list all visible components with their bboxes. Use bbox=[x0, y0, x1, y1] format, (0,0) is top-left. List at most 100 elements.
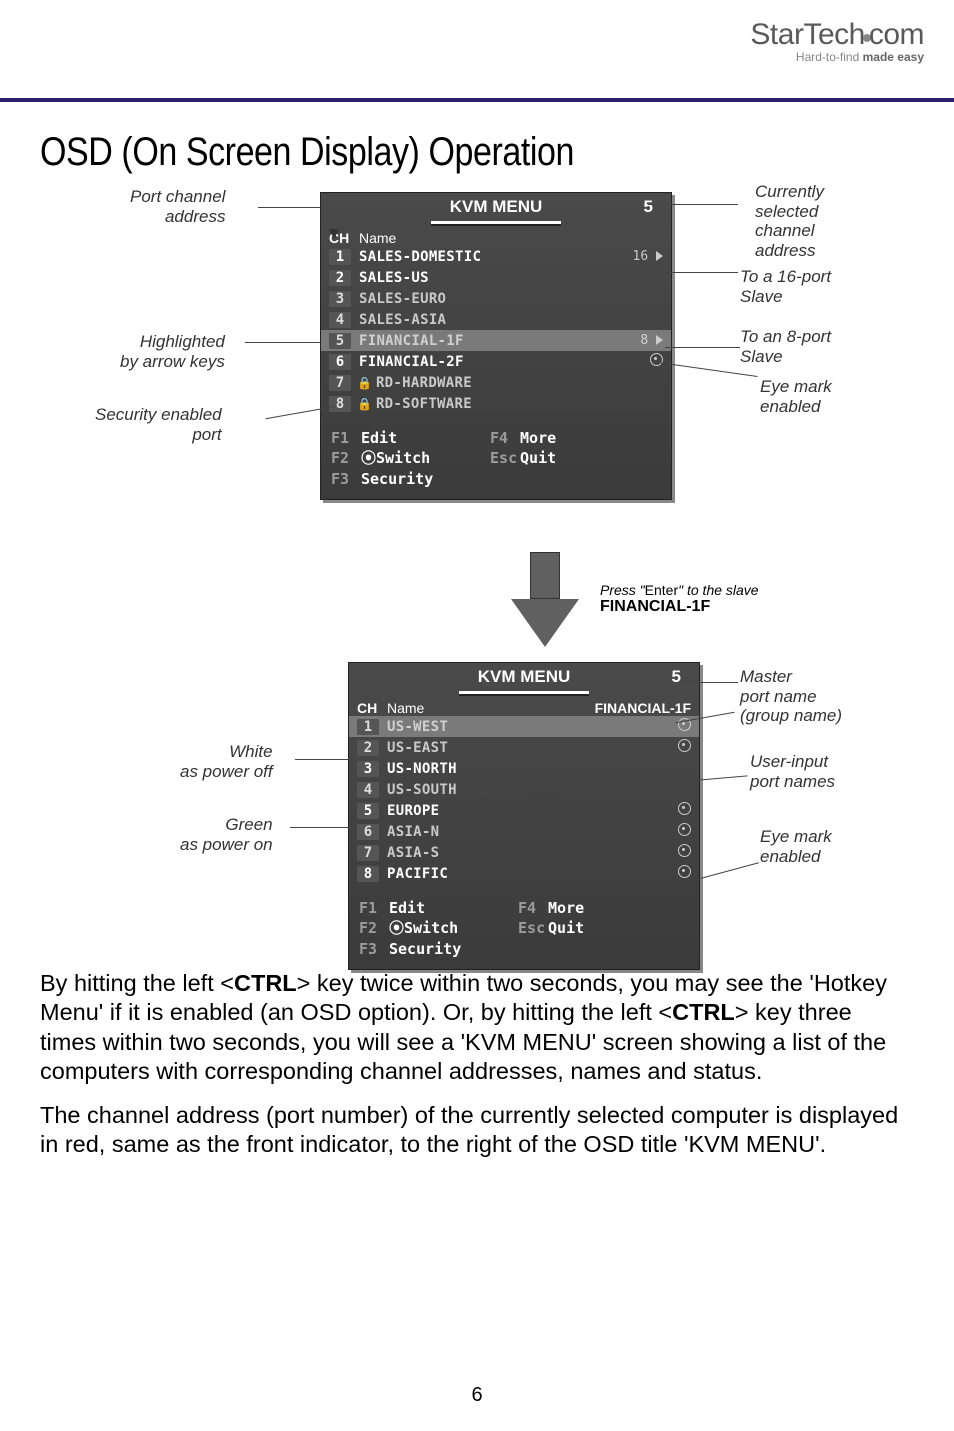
osd-row: 6 ASIA-N bbox=[349, 821, 699, 842]
page-title: OSD (On Screen Display) Operation bbox=[40, 130, 783, 175]
row-indicator: 8 bbox=[623, 333, 663, 348]
port-name: PACIFIC bbox=[387, 866, 651, 882]
port-name: SALES-US bbox=[359, 270, 623, 286]
callout-eye-mark-1: Eye mark enabled bbox=[760, 377, 832, 416]
callout-to-8port: To an 8-port Slave bbox=[740, 327, 831, 366]
triangle-icon bbox=[656, 251, 663, 261]
eye-icon bbox=[678, 739, 691, 752]
port-name: US-NORTH bbox=[387, 761, 651, 777]
paragraph-1: By hitting the left <CTRL> key twice wit… bbox=[40, 969, 914, 1087]
osd-title: KVM MENU 5 bbox=[321, 193, 671, 221]
row-indicator bbox=[623, 353, 663, 370]
port-name: SALES-EURO bbox=[359, 291, 623, 307]
port-name: ASIA-S bbox=[387, 845, 651, 861]
port-name: EUROPE bbox=[387, 803, 651, 819]
lock-icon: 🔒 bbox=[357, 376, 372, 390]
callout-highlighted: Highlighted by arrow keys bbox=[120, 332, 225, 371]
channel-number: 1 bbox=[357, 719, 379, 735]
brand-text-1: StarTech bbox=[750, 18, 864, 51]
row-indicator bbox=[651, 823, 691, 840]
channel-number: 8 bbox=[329, 396, 351, 412]
channel-number: 4 bbox=[329, 312, 351, 328]
port-name: ASIA-N bbox=[387, 824, 651, 840]
down-arrow-icon bbox=[510, 552, 580, 662]
callout-press-enter: Press "Enter" to the slave FINANCIAL-1F bbox=[600, 582, 759, 616]
osd-row: 5 FINANCIAL-1F8 bbox=[321, 330, 671, 351]
channel-number: 3 bbox=[329, 291, 351, 307]
row-indicator bbox=[651, 802, 691, 819]
eye-icon bbox=[678, 865, 691, 878]
port-name: SALES-DOMESTIC bbox=[359, 249, 623, 265]
channel-number: 4 bbox=[357, 782, 379, 798]
row-indicator bbox=[651, 865, 691, 882]
brand-logo: StarTechcom Hard-to-find made easy bbox=[750, 18, 924, 64]
page-header: StarTechcom Hard-to-find made easy bbox=[0, 0, 954, 102]
port-name: RD-HARDWARE bbox=[376, 375, 623, 391]
osd-row: 2 SALES-US bbox=[321, 267, 671, 288]
channel-number: 5 bbox=[357, 803, 379, 819]
row-indicator: 16 bbox=[623, 249, 663, 264]
callout-security: Security enabled port bbox=[95, 405, 222, 444]
osd-diagram: KVM MENU 5 CH Name 1SALES-DOMESTIC16 2SA… bbox=[40, 187, 914, 957]
osd-footer: F1Edit F4More F2⦿Switch EscQuit F3Securi… bbox=[349, 890, 699, 969]
channel-number: 7 bbox=[329, 375, 351, 391]
callout-current-selected: Currently selected channel address bbox=[755, 182, 824, 260]
channel-number: 2 bbox=[357, 740, 379, 756]
osd-row: 6 FINANCIAL-2F bbox=[321, 351, 671, 372]
osd-columns: CH Name bbox=[321, 230, 671, 246]
osd-row: 7 🔒 RD-HARDWARE bbox=[321, 372, 671, 393]
osd-group-name: FINANCIAL-1F bbox=[595, 700, 691, 716]
osd-row: 3 SALES-EURO bbox=[321, 288, 671, 309]
paragraph-2: The channel address (port number) of the… bbox=[40, 1101, 914, 1160]
osd-row: 5 EUROPE bbox=[349, 800, 699, 821]
lock-icon: 🔒 bbox=[357, 397, 372, 411]
osd-row: 1 SALES-DOMESTIC16 bbox=[321, 246, 671, 267]
osd-row: 3 US-NORTH bbox=[349, 758, 699, 779]
eye-icon bbox=[650, 353, 663, 366]
channel-number: 7 bbox=[357, 845, 379, 861]
callout-green-power-on: Green as power on bbox=[180, 815, 273, 854]
eye-icon bbox=[678, 823, 691, 836]
port-name: RD-SOFTWARE bbox=[376, 396, 623, 412]
triangle-icon bbox=[656, 335, 663, 345]
channel-number: 6 bbox=[329, 354, 351, 370]
arrow-icon bbox=[329, 229, 339, 239]
osd-footer: F1Edit F4More F2⦿Switch EscQuit F3Securi… bbox=[321, 420, 671, 499]
page-number: 6 bbox=[0, 1384, 954, 1407]
eye-icon bbox=[678, 844, 691, 857]
callout-to-16port: To a 16-port Slave bbox=[740, 267, 831, 306]
callout-white-power-off: White as power off bbox=[180, 742, 273, 781]
port-name: FINANCIAL-2F bbox=[359, 354, 623, 370]
osd-row: 8 🔒 RD-SOFTWARE bbox=[321, 393, 671, 414]
osd-window-master: KVM MENU 5 CH Name 1 SALES-DOMESTIC16 2 SA… bbox=[320, 192, 672, 500]
callout-master-portname: Master port name (group name) bbox=[740, 667, 842, 726]
channel-number: 2 bbox=[329, 270, 351, 286]
osd-row: 8 PACIFIC bbox=[349, 863, 699, 884]
osd-rows: 1US-WEST2US-EAST3US-NORTH4US-SOUTH5EUROP… bbox=[349, 716, 699, 890]
port-name: SALES-ASIA bbox=[359, 312, 623, 328]
osd-row: 2 US-EAST bbox=[349, 737, 699, 758]
channel-number: 6 bbox=[357, 824, 379, 840]
port-name: US-WEST bbox=[387, 719, 651, 735]
callout-port-channel: Port channel address bbox=[130, 187, 225, 226]
channel-number: 1 bbox=[329, 249, 351, 265]
osd-title-underline bbox=[459, 691, 589, 694]
port-name: FINANCIAL-1F bbox=[359, 333, 623, 349]
callout-user-input: User-input port names bbox=[750, 752, 835, 791]
body-text: By hitting the left <CTRL> key twice wit… bbox=[40, 969, 914, 1159]
osd-window-slave: KVM MENU 5 CH Name FINANCIAL-1F 1US-WEST… bbox=[348, 662, 700, 970]
osd-row: 7 ASIA-S bbox=[349, 842, 699, 863]
eye-icon bbox=[678, 802, 691, 815]
brand-text-2: com bbox=[869, 18, 924, 51]
osd-rows: 1 SALES-DOMESTIC16 2 SALES-US 3 SALES-EURO 4S… bbox=[321, 246, 671, 420]
channel-number: 8 bbox=[357, 866, 379, 882]
callout-eye-mark-2: Eye mark enabled bbox=[760, 827, 832, 866]
osd-columns: CH Name FINANCIAL-1F bbox=[349, 700, 699, 716]
port-name: US-EAST bbox=[387, 740, 651, 756]
row-indicator bbox=[651, 739, 691, 756]
channel-number: 5 bbox=[329, 333, 351, 349]
channel-number: 3 bbox=[357, 761, 379, 777]
row-indicator bbox=[651, 844, 691, 861]
osd-current-channel: 5 bbox=[644, 197, 653, 217]
osd-title-underline bbox=[431, 221, 561, 224]
